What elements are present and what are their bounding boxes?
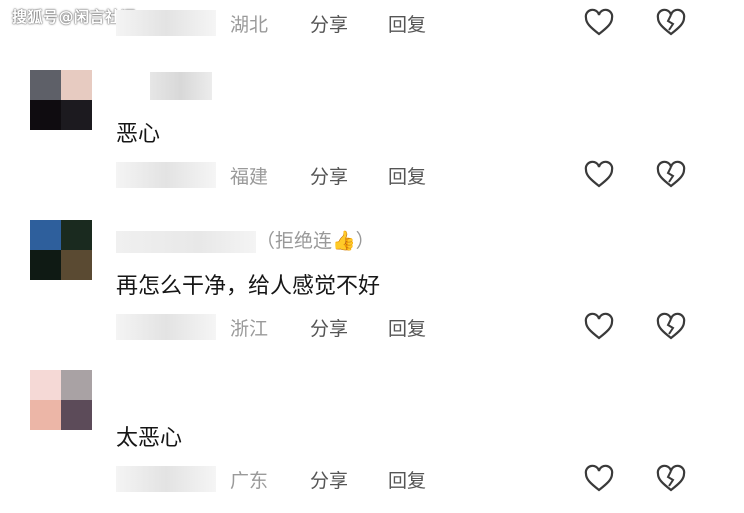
ip-region: 福建	[230, 166, 269, 188]
avatar-pixel	[61, 250, 92, 280]
share-button[interactable]: 分享	[310, 162, 348, 189]
comment-meta: 浙江 分享 回复	[116, 312, 744, 344]
avatar[interactable]	[30, 70, 92, 130]
avatar-pixel	[30, 400, 61, 430]
heart-icon[interactable]	[584, 160, 614, 190]
avatar-pixel	[61, 370, 92, 400]
avatar-pixel	[61, 70, 92, 100]
share-button[interactable]: 分享	[310, 10, 348, 37]
ip-region: 湖北	[230, 14, 269, 36]
broken-heart-icon[interactable]	[656, 8, 686, 38]
reply-button[interactable]: 回复	[388, 10, 426, 37]
avatar-pixel	[61, 220, 92, 250]
username-suffix: （拒绝连👍）	[256, 230, 375, 252]
reply-button[interactable]: 回复	[388, 162, 426, 189]
avatar-pixel	[61, 400, 92, 430]
share-button[interactable]: 分享	[310, 314, 348, 341]
avatar-pixel	[61, 100, 92, 130]
broken-heart-icon[interactable]	[656, 464, 686, 494]
broken-heart-icon[interactable]	[656, 312, 686, 342]
comment-text: 再怎么干净，给人感觉不好	[116, 274, 381, 299]
comment-meta: 湖北 分享 回复	[116, 8, 744, 40]
comment-text: 恶心	[116, 122, 161, 147]
comment-meta: 福建 分享 回复	[116, 160, 744, 192]
avatar-pixel	[30, 220, 61, 250]
timestamp-blurred	[116, 10, 216, 36]
comment-meta: 广东 分享 回复	[116, 464, 744, 496]
avatar-pixel	[30, 370, 61, 400]
timestamp-blurred	[116, 162, 216, 188]
username-blurred	[116, 230, 256, 253]
avatar-pixel	[30, 70, 61, 100]
broken-heart-icon[interactable]	[656, 160, 686, 190]
username-row[interactable]: （拒绝连👍）	[116, 226, 375, 253]
ip-region: 广东	[230, 470, 269, 492]
avatar-pixel	[30, 100, 61, 130]
timestamp-blurred	[116, 466, 216, 492]
ip-region: 浙江	[230, 318, 269, 340]
heart-icon[interactable]	[584, 8, 614, 38]
avatar[interactable]	[30, 370, 92, 430]
reply-button[interactable]: 回复	[388, 466, 426, 493]
heart-icon[interactable]	[584, 312, 614, 342]
reply-button[interactable]: 回复	[388, 314, 426, 341]
share-button[interactable]: 分享	[310, 466, 348, 493]
comment-text: 太恶心	[116, 426, 183, 451]
avatar[interactable]	[30, 220, 92, 280]
username-blurred[interactable]	[150, 72, 212, 100]
timestamp-blurred	[116, 314, 216, 340]
avatar-pixel	[30, 250, 61, 280]
heart-icon[interactable]	[584, 464, 614, 494]
